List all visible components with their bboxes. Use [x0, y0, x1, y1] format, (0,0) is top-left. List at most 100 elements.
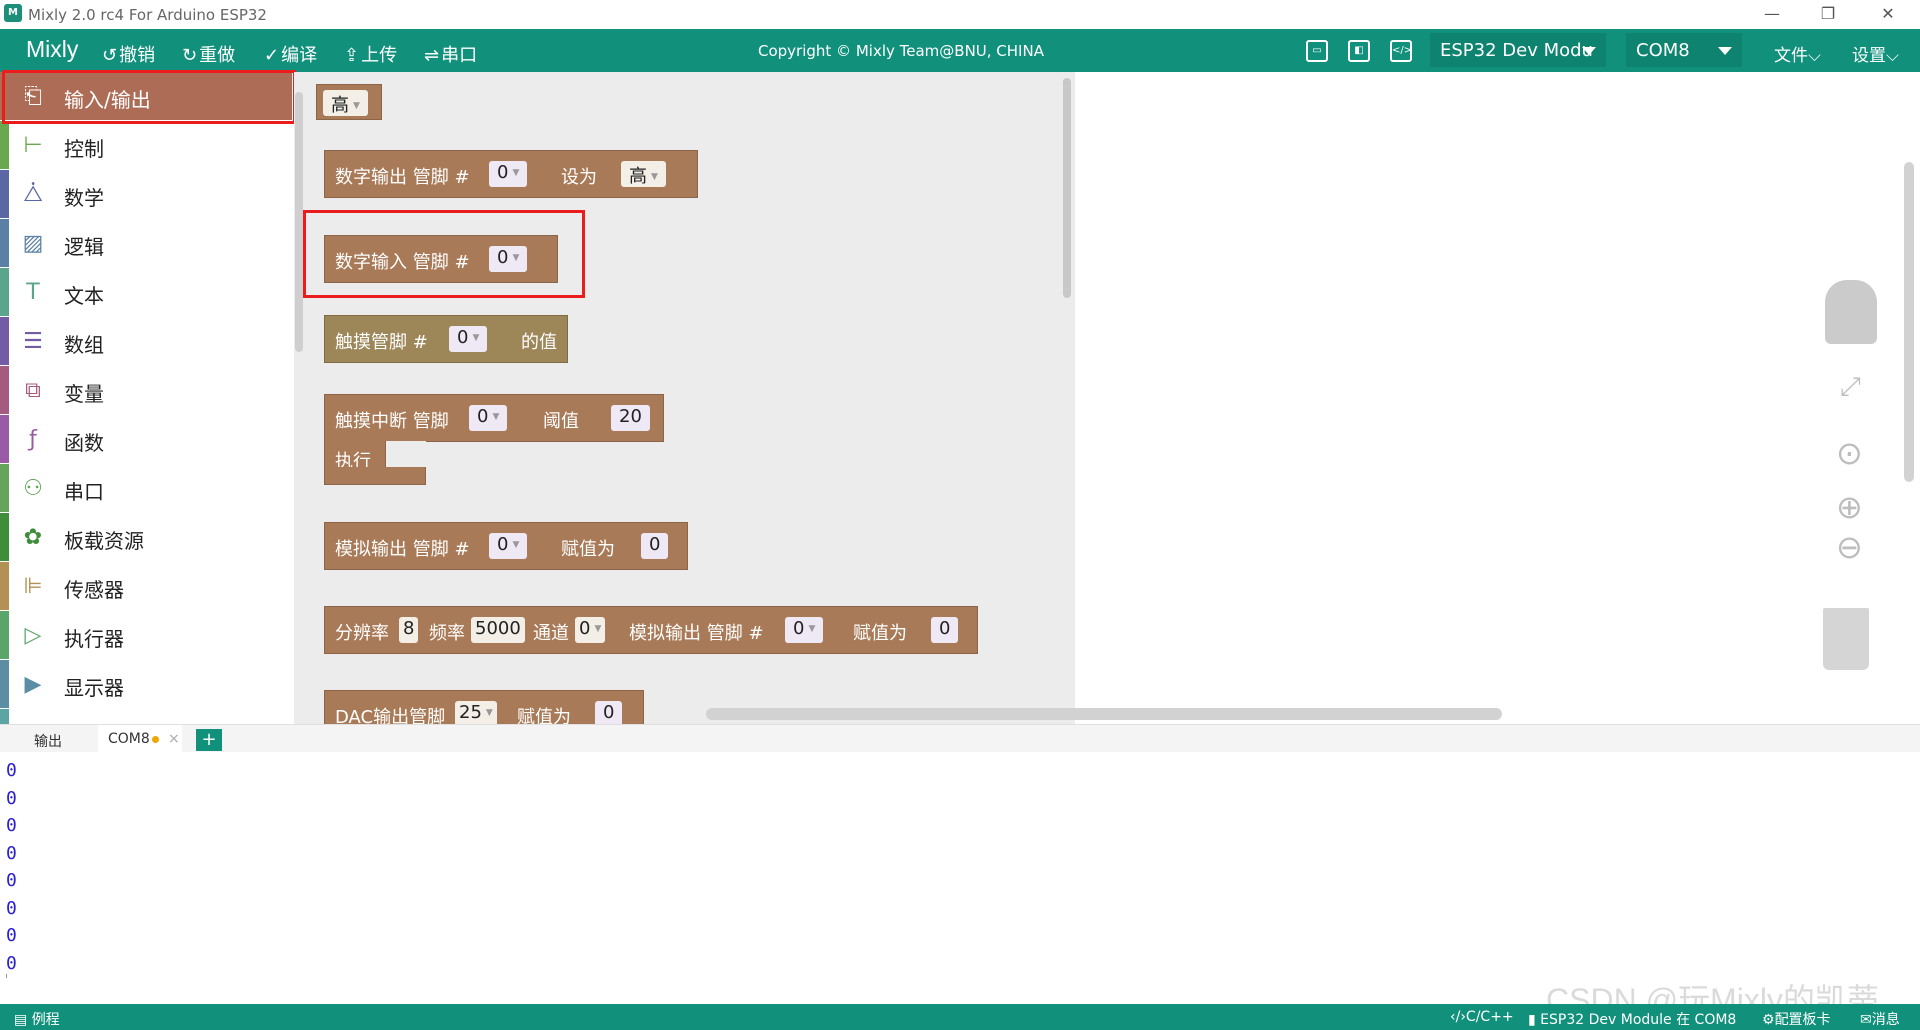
category-color-bar: [0, 513, 9, 561]
board-select[interactable]: ESP32 Dev Modu: [1430, 33, 1606, 67]
category-item[interactable]: ▨ 逻辑: [0, 219, 292, 267]
block-label: DAC输出管脚: [335, 707, 446, 724]
fullscreen-icon[interactable]: ⤢: [1840, 372, 1861, 403]
flyout-scrollbar[interactable]: [1063, 78, 1071, 298]
restore-button[interactable]: ❐: [1808, 2, 1848, 26]
console-line: 0: [6, 925, 17, 946]
block-ledc-write[interactable]: 分辨率 8 频率 5000 通道 0 ▼ 模拟输出 管脚 # 0 ▼ 赋值为 0: [324, 606, 978, 654]
tab-output[interactable]: 输出: [34, 731, 62, 751]
undo-icon: ↺: [102, 45, 118, 66]
console-line: 0: [6, 815, 17, 836]
compile-button[interactable]: ✓ 编译: [264, 41, 317, 67]
category-color-bar: [0, 317, 9, 365]
dac-pin-dropdown[interactable]: 25 ▼: [455, 701, 497, 724]
pin-value: 0: [477, 406, 489, 427]
category-item[interactable]: ✿ 板载资源: [0, 513, 292, 561]
level-dropdown[interactable]: 高 ▼: [621, 161, 666, 187]
value-input[interactable]: 0: [595, 701, 623, 724]
chevron-down-icon: [1718, 47, 1732, 55]
category-color-bar: [0, 219, 9, 267]
language-indicator: ‹/›C/C++: [1450, 1009, 1514, 1025]
backpack-icon[interactable]: [1825, 280, 1877, 344]
file-menu[interactable]: 文件⌵: [1774, 41, 1821, 66]
category-label: 函数: [64, 431, 104, 455]
category-item[interactable]: ⊫ 传感器: [0, 562, 292, 610]
category-item[interactable]: ⊢ 控制: [0, 121, 292, 169]
category-color-bar: [0, 464, 9, 512]
serial-button[interactable]: ⇌ 串口: [424, 41, 477, 67]
resolution-input[interactable]: 8: [399, 617, 419, 643]
serial-console[interactable]: 0 0 0 0 0 0 0 0: [0, 752, 1920, 978]
block-workspace[interactable]: ⤢ ⊙ ⊕ ⊖: [1075, 72, 1920, 724]
redo-label: 重做: [199, 45, 236, 66]
close-window-button[interactable]: ✕: [1868, 2, 1908, 26]
block-label: 数字输出 管脚 #: [335, 167, 470, 188]
code-view-icon[interactable]: </>: [1390, 40, 1412, 62]
zoom-in-icon[interactable]: ⊕: [1836, 488, 1863, 526]
category-item[interactable]: T 文本: [0, 268, 292, 316]
undo-button[interactable]: ↺ 撤销: [102, 41, 155, 67]
palette-horizontal-scrollbar[interactable]: [706, 708, 1502, 720]
category-label: 板载资源: [64, 529, 144, 553]
port-select[interactable]: COM8: [1626, 33, 1742, 67]
config-board-button[interactable]: ⚙配置板卡: [1762, 1009, 1831, 1029]
category-label: 数学: [64, 186, 104, 210]
upload-button[interactable]: ⇪ 上传: [344, 41, 397, 67]
logic-icon: ▨: [22, 231, 44, 256]
examples-button[interactable]: ▤ 例程: [14, 1009, 60, 1029]
category-item[interactable]: ▶ 显示器: [0, 660, 292, 708]
trash-icon[interactable]: [1823, 608, 1869, 670]
block-label: 模拟输出 管脚 #: [629, 623, 764, 644]
pin-dropdown[interactable]: 0 ▼: [489, 533, 528, 559]
messages-button[interactable]: ✉消息: [1860, 1009, 1900, 1029]
board-select-value: ESP32 Dev Modu: [1440, 40, 1593, 61]
level-value: 高: [331, 95, 349, 116]
value-input[interactable]: 0: [931, 617, 959, 643]
value-input[interactable]: 0: [641, 533, 669, 559]
settings-menu-label: 设置: [1852, 46, 1886, 66]
pin-dropdown[interactable]: 0 ▼: [785, 617, 824, 643]
category-item[interactable]: ▷ 执行器: [0, 611, 292, 659]
category-item[interactable]: ⧉ 变量: [0, 366, 292, 414]
channel-dropdown[interactable]: 0 ▼: [575, 617, 606, 643]
category-item[interactable]: ◌通信: [0, 709, 292, 724]
category-item[interactable]: ⧊ 数学: [0, 170, 292, 218]
block-analog-write[interactable]: 模拟输出 管脚 # 0 ▼ 赋值为 0: [324, 522, 688, 570]
sidebar-toggle-icon[interactable]: ◧: [1348, 40, 1370, 62]
tab-close-icon[interactable]: ×: [168, 731, 180, 747]
block-high[interactable]: 高 ▼: [316, 84, 382, 120]
highlight-box: [2, 70, 296, 124]
pin-dropdown[interactable]: 0 ▼: [469, 405, 508, 431]
category-item[interactable]: ƒ 函数: [0, 415, 292, 463]
block-touch-interrupt[interactable]: 触摸中断 管脚 0 ▼ 阈值 20: [324, 394, 664, 442]
block-digital-write[interactable]: 数字输出 管脚 # 0 ▼ 设为 高 ▼: [324, 150, 698, 198]
level-dropdown[interactable]: 高 ▼: [323, 90, 368, 116]
category-label: 传感器: [64, 578, 124, 602]
zoom-out-icon[interactable]: ⊖: [1836, 528, 1863, 566]
category-item[interactable]: ☰ 数组: [0, 317, 292, 365]
save-layout-icon[interactable]: ▭: [1306, 40, 1328, 62]
category-item[interactable]: ⚇ 串口: [0, 464, 292, 512]
block-touch-read[interactable]: 触摸管脚 # 0 ▼ 的值: [324, 315, 568, 363]
pin-dropdown[interactable]: 0 ▼: [449, 326, 488, 352]
console-line: 0: [6, 952, 17, 974]
frequency-input[interactable]: 5000: [471, 617, 525, 643]
add-tab-button[interactable]: +: [196, 729, 222, 751]
workspace-scrollbar[interactable]: [1904, 162, 1914, 482]
value-text: 0: [939, 618, 951, 639]
block-label: 设为: [561, 167, 597, 188]
tab-com8[interactable]: COM8 ×: [98, 725, 182, 753]
settings-menu[interactable]: 设置⌵: [1852, 41, 1899, 66]
minimize-button[interactable]: —: [1752, 2, 1792, 26]
redo-button[interactable]: ↻ 重做: [182, 41, 235, 67]
category-scrollbar[interactable]: [294, 72, 304, 724]
pin-dropdown[interactable]: 0 ▼: [489, 161, 528, 187]
category-color-bar: [0, 366, 9, 414]
statement-slot: [386, 441, 426, 467]
category-color-bar: [0, 562, 9, 610]
threshold-input[interactable]: 20: [611, 405, 650, 431]
block-bottom: [324, 467, 426, 485]
recenter-icon[interactable]: ⊙: [1836, 434, 1863, 472]
block-dac-write[interactable]: DAC输出管脚 25 ▼ 赋值为 0: [324, 690, 644, 724]
board-port-label: ESP32 Dev Module 在 COM8: [1540, 1012, 1737, 1028]
